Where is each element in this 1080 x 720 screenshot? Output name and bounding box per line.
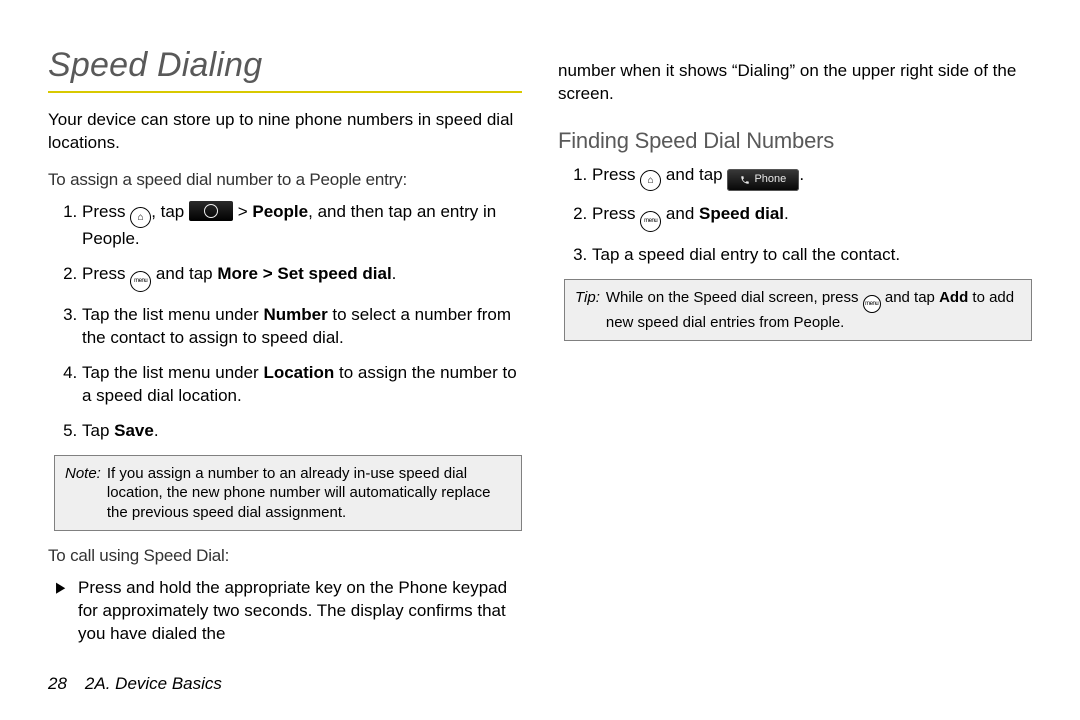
call-bullet: Press and hold the appropriate key on th… [78,577,522,646]
page-number: 28 [48,674,67,694]
finding-step-2: Press menu and Speed dial. [592,203,1032,232]
step-text: Tap the list menu under [82,363,263,382]
location-label: Location [263,363,334,382]
speed-dial-label: Speed dial [699,204,784,223]
step-text: , tap [151,202,189,221]
step-text: and [661,204,699,223]
chapter-label: 2A. Device Basics [85,674,222,694]
phone-handset-icon [740,175,750,185]
step-text: Press [592,165,640,184]
step-text: Press [82,264,130,283]
note-box: Note: If you assign a number to an alrea… [54,455,522,532]
intro-paragraph: Your device can store up to nine phone n… [48,109,522,155]
assign-step-1: Press ⌂, tap > People, and then tap an e… [82,201,522,251]
tip-body: While on the Speed dial screen, press me… [606,288,1021,333]
assign-step-2: Press menu and tap More > Set speed dial… [82,263,522,292]
number-label: Number [263,305,327,324]
assign-steps-list: Press ⌂, tap > People, and then tap an e… [48,201,522,443]
left-column: Speed Dialing Your device can store up t… [48,46,522,656]
finding-step-3: Tap a speed dial entry to call the conta… [592,244,1032,267]
people-label: People [252,202,308,221]
continuation-paragraph: number when it shows “Dialing” on the up… [558,60,1032,106]
finding-step-1: Press ⌂ and tap Phone. [592,164,1032,192]
title-underline [48,91,522,93]
finding-heading: Finding Speed Dial Numbers [558,128,1032,154]
more-set-speed-dial-label: More > Set speed dial [217,264,391,283]
note-body: If you assign a number to an already in-… [107,464,511,523]
step-text: . [784,204,789,223]
add-label: Add [939,289,968,306]
two-column-layout: Speed Dialing Your device can store up t… [48,46,1032,656]
phone-button-icon: Phone [727,169,799,191]
call-subheading: To call using Speed Dial: [48,545,522,567]
step-text: > [233,202,252,221]
step-text: . [154,421,159,440]
home-icon: ⌂ [130,207,151,228]
step-text: . [799,165,804,184]
step-text: Press [82,202,130,221]
step-text: and tap [661,165,727,184]
section-title: Speed Dialing [48,46,522,85]
phone-button-label: Phone [754,172,786,187]
assign-step-4: Tap the list menu under Location to assi… [82,362,522,408]
menu-icon: menu [863,295,881,313]
call-bullet-list: Press and hold the appropriate key on th… [48,577,522,646]
manual-page: Speed Dialing Your device can store up t… [0,0,1080,720]
save-label: Save [114,421,154,440]
menu-icon: menu [640,211,661,232]
menu-icon: menu [130,271,151,292]
step-text: and tap [151,264,217,283]
tip-box: Tip: While on the Speed dial screen, pre… [564,279,1032,342]
step-text: Tap [82,421,114,440]
step-text: Tap the list menu under [82,305,263,324]
home-icon: ⌂ [640,170,661,191]
right-column: number when it shows “Dialing” on the up… [558,46,1032,656]
tip-text: and tap [881,289,939,306]
apps-button-icon [189,201,233,221]
step-text: . [392,264,397,283]
tip-text: While on the Speed dial screen, press [606,289,863,306]
step-text: Press [592,204,640,223]
page-footer: 28 2A. Device Basics [48,674,222,694]
finding-steps-list: Press ⌂ and tap Phone. Press menu and Sp… [558,164,1032,267]
assign-step-5: Tap Save. [82,420,522,443]
note-label: Note: [65,464,101,523]
assign-step-3: Tap the list menu under Number to select… [82,304,522,350]
assign-subheading: To assign a speed dial number to a Peopl… [48,169,522,191]
tip-label: Tip: [575,288,600,333]
